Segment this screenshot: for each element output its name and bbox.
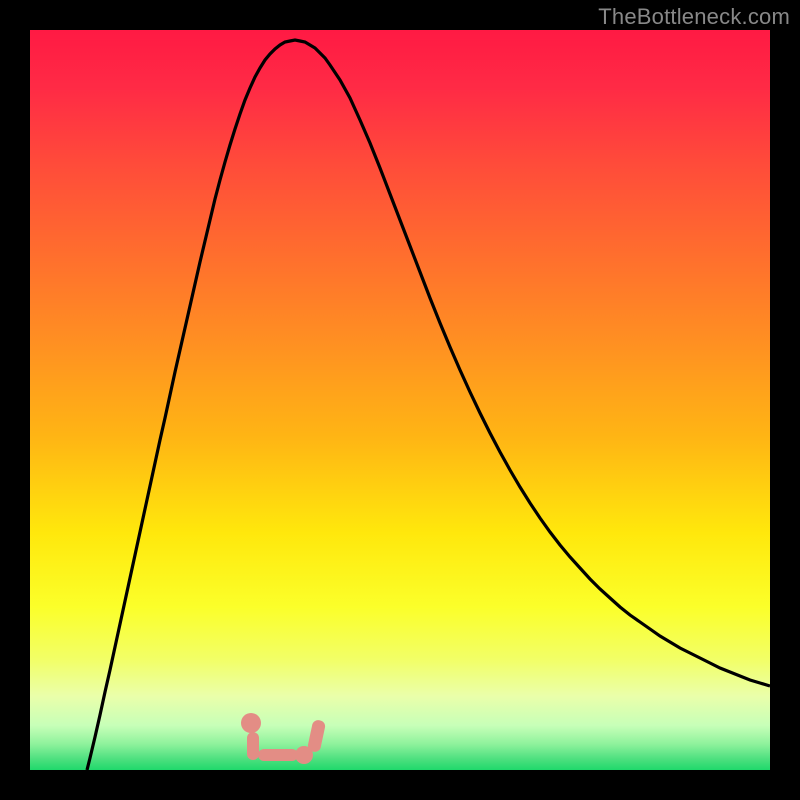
watermark-text: TheBottleneck.com [598, 4, 790, 30]
chart-svg [30, 30, 770, 770]
marker-left-dot [241, 713, 261, 733]
chart-frame: TheBottleneck.com [0, 0, 800, 800]
marker-bottom-bar [258, 749, 298, 761]
gradient-background [30, 30, 770, 770]
marker-left-bar [247, 732, 259, 760]
plot-area [30, 30, 770, 770]
